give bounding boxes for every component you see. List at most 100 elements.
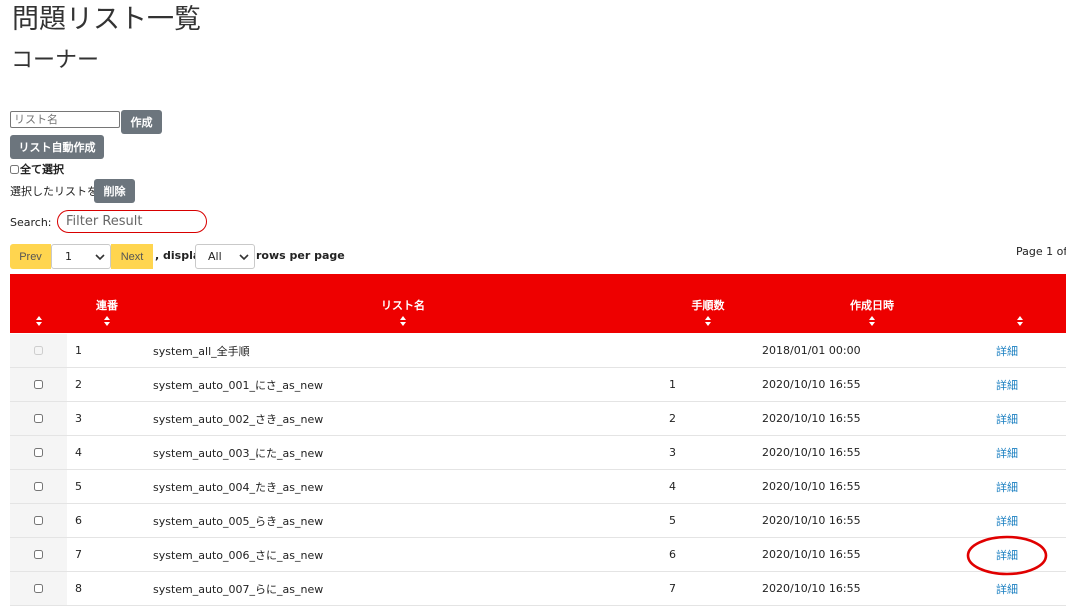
row-list-name: system_auto_005_らき_as_new	[153, 514, 324, 528]
page-select-value: 1	[65, 250, 72, 263]
row-created-at: 2020/10/10 16:55	[762, 378, 861, 391]
row-step-count: 2	[669, 412, 676, 425]
table-row: 4 system_auto_003_にた_as_new 3 2020/10/10…	[10, 436, 1066, 470]
row-checkbox[interactable]	[34, 414, 43, 423]
next-button[interactable]: Next	[111, 244, 153, 269]
page-select[interactable]: 1	[51, 244, 111, 269]
row-list-name: system_all_全手順	[153, 344, 250, 358]
table-header: 連番 リスト名 手順数 作成日時	[10, 274, 1066, 333]
row-created-at: 2020/10/10 16:55	[762, 548, 861, 561]
row-detail-link[interactable]: 詳細	[996, 436, 1018, 469]
delete-button[interactable]: 削除	[94, 179, 135, 203]
rows-per-page-select[interactable]: All	[195, 244, 255, 269]
select-all-checkbox[interactable]	[10, 164, 19, 174]
row-no: 7	[75, 548, 82, 561]
row-created-at: 2020/10/10 16:55	[762, 412, 861, 425]
row-checkbox-cell	[10, 538, 67, 571]
search-label: Search:	[10, 216, 52, 229]
create-button[interactable]: 作成	[121, 110, 162, 134]
header-checkbox-column[interactable]	[10, 274, 67, 333]
header-step-count[interactable]: 手順数	[659, 274, 757, 333]
highlight-circle	[966, 535, 1048, 576]
select-all[interactable]: 全て選択	[10, 161, 64, 177]
row-no: 1	[75, 344, 82, 357]
table-row: 1 system_all_全手順 2018/01/01 00:00 詳細	[10, 334, 1066, 368]
chevron-down-icon	[95, 254, 105, 261]
row-created-at: 2020/10/10 16:55	[762, 582, 861, 595]
table-row: 2 system_auto_001_にさ_as_new 1 2020/10/10…	[10, 368, 1066, 402]
row-detail-link[interactable]: 詳細	[996, 334, 1018, 367]
table-row: 6 system_auto_005_らき_as_new 5 2020/10/10…	[10, 504, 1066, 538]
rows-per-page-label: rows per page	[256, 249, 345, 262]
table-row: 7 system_auto_006_さに_as_new 6 2020/10/10…	[10, 538, 1066, 572]
row-list-name: system_auto_003_にた_as_new	[153, 446, 324, 460]
row-step-count: 5	[669, 514, 676, 527]
row-step-count: 6	[669, 548, 676, 561]
row-step-count: 1	[669, 378, 676, 391]
row-checkbox-cell	[10, 470, 67, 503]
row-detail-link[interactable]: 詳細	[996, 470, 1018, 503]
list-name-input[interactable]	[10, 111, 120, 128]
sort-arrows-icon	[869, 316, 875, 326]
row-step-count: 4	[669, 480, 676, 493]
row-list-name: system_auto_001_にさ_as_new	[153, 378, 324, 392]
header-step-count-label: 手順数	[691, 299, 725, 312]
header-no[interactable]: 連番	[67, 274, 147, 333]
row-created-at: 2020/10/10 16:55	[762, 514, 861, 527]
header-created-at-label: 作成日時	[850, 299, 894, 312]
row-checkbox-cell	[10, 402, 67, 435]
delete-prefix-label: 選択したリストを	[10, 185, 98, 198]
row-no: 5	[75, 480, 82, 493]
search-input[interactable]	[57, 210, 207, 233]
row-no: 6	[75, 514, 82, 527]
row-checkbox[interactable]	[34, 550, 43, 559]
row-detail-link[interactable]: 詳細	[996, 572, 1018, 605]
chevron-down-icon	[239, 254, 249, 261]
header-list-name-label: リスト名	[381, 299, 425, 312]
header-created-at[interactable]: 作成日時	[757, 274, 987, 333]
row-no: 4	[75, 446, 82, 459]
row-checkbox[interactable]	[34, 380, 43, 389]
sort-arrows-icon	[35, 316, 42, 326]
sort-arrows-icon	[400, 316, 406, 326]
sort-arrows-icon	[104, 316, 110, 326]
page-subtitle: コーナー	[11, 48, 100, 73]
select-all-label: 全て選択	[20, 163, 64, 176]
prev-button[interactable]: Prev	[10, 244, 51, 269]
row-checkbox-cell	[10, 436, 67, 469]
table-row: 8 system_auto_007_らに_as_new 7 2020/10/10…	[10, 572, 1066, 606]
row-checkbox[interactable]	[34, 584, 43, 593]
table-row: 5 system_auto_004_たき_as_new 4 2020/10/10…	[10, 470, 1066, 504]
page-title: 問題リスト一覧	[12, 4, 201, 35]
row-list-name: system_auto_007_らに_as_new	[153, 582, 324, 596]
row-checkbox	[34, 346, 43, 355]
row-list-name: system_auto_002_さき_as_new	[153, 412, 324, 426]
row-checkbox-cell	[10, 368, 67, 401]
page-info: Page 1 of 1	[1016, 245, 1066, 258]
row-checkbox-cell	[10, 334, 67, 367]
sort-arrows-icon	[705, 316, 711, 326]
row-list-name: system_auto_006_さに_as_new	[153, 548, 324, 562]
row-created-at: 2020/10/10 16:55	[762, 480, 861, 493]
row-checkbox[interactable]	[34, 482, 43, 491]
row-no: 3	[75, 412, 82, 425]
row-checkbox-cell	[10, 572, 67, 605]
rows-select-value: All	[208, 250, 222, 263]
row-no: 8	[75, 582, 82, 595]
row-no: 2	[75, 378, 82, 391]
table-row: 3 system_auto_002_さき_as_new 2 2020/10/10…	[10, 402, 1066, 436]
row-checkbox[interactable]	[34, 448, 43, 457]
header-list-name[interactable]: リスト名	[147, 274, 659, 333]
row-detail-link[interactable]: 詳細	[996, 504, 1018, 537]
row-list-name: system_auto_004_たき_as_new	[153, 480, 324, 494]
row-created-at: 2018/01/01 00:00	[762, 344, 861, 357]
header-no-label: 連番	[96, 299, 118, 312]
header-detail-column[interactable]	[987, 274, 1052, 333]
row-detail-link[interactable]: 詳細	[996, 368, 1018, 401]
row-detail-link[interactable]: 詳細	[996, 402, 1018, 435]
row-step-count: 7	[669, 582, 676, 595]
row-checkbox-cell	[10, 504, 67, 537]
sort-arrows-icon	[1016, 316, 1023, 326]
row-checkbox[interactable]	[34, 516, 43, 525]
auto-create-list-button[interactable]: リスト自動作成	[10, 135, 104, 159]
